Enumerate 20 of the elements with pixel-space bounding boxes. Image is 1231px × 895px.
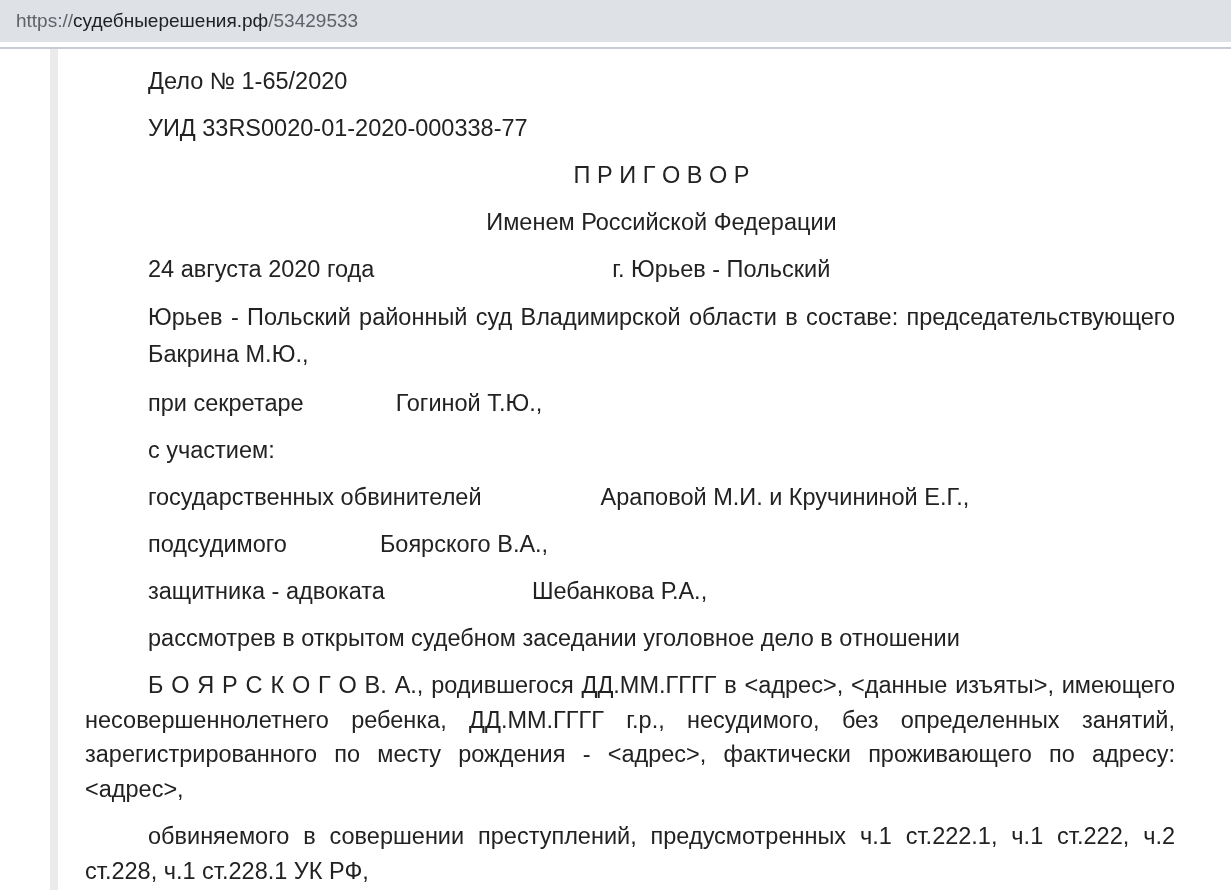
field-value: Шебанкова Р.А., bbox=[531, 577, 708, 606]
field-value: Боярского В.А., bbox=[379, 530, 549, 559]
field-value: г. Юрьев - Польский bbox=[612, 255, 831, 284]
field-label: подсудимого bbox=[148, 530, 287, 559]
field-value: Араповой М.И. и Кручининой Е.Г., bbox=[600, 483, 970, 512]
paragraph: Юрьев - Польский районный суд Владимирской области в составе: председательствующего Бакрина М.Ю., bbox=[148, 303, 1175, 369]
field-value: Гогиной Т.Ю., bbox=[395, 389, 543, 418]
paragraph: Б О Я Р С К О Г О В. А., родившегося ДД.ММ.ГГГГ в <адрес>, <данные изъяты>, имеющего несовершеннолетнего ребенка, ДД.ММ.ГГГГ г.р., несудимого, без определенных занятий, зарегистрированного по месту рождения - <адрес>, фактически проживающего по адресу: <адрес>, bbox=[85, 671, 1175, 804]
text-line: УИД 33RS0020-01-2020-000338-77 bbox=[148, 114, 529, 143]
text-line: Дело № 1-65/2020 bbox=[148, 67, 349, 96]
heading: П Р И Г О В О Р bbox=[572, 161, 751, 190]
field-label: государственных обвинителей bbox=[148, 483, 482, 512]
field-label: защитника - адвоката bbox=[148, 577, 385, 606]
field-label: при секретаре bbox=[148, 389, 304, 418]
field-label: 24 августа 2020 года bbox=[148, 255, 375, 284]
url-field[interactable]: https://судебныерешения.рф/53429533 bbox=[16, 6, 359, 36]
heading: Именем Российской Федерации bbox=[485, 208, 838, 237]
paragraph: обвиняемого в совершении преступлений, предусмотренных ч.1 ст.222.1, ч.1 ст.222, ч.2 ст.228, ч.1 ст.228.1 УК РФ, bbox=[85, 822, 1175, 886]
text-line: с участием: bbox=[148, 436, 276, 465]
text-line: рассмотрев в открытом судебном заседании уголовное дело в отношении bbox=[148, 624, 961, 653]
